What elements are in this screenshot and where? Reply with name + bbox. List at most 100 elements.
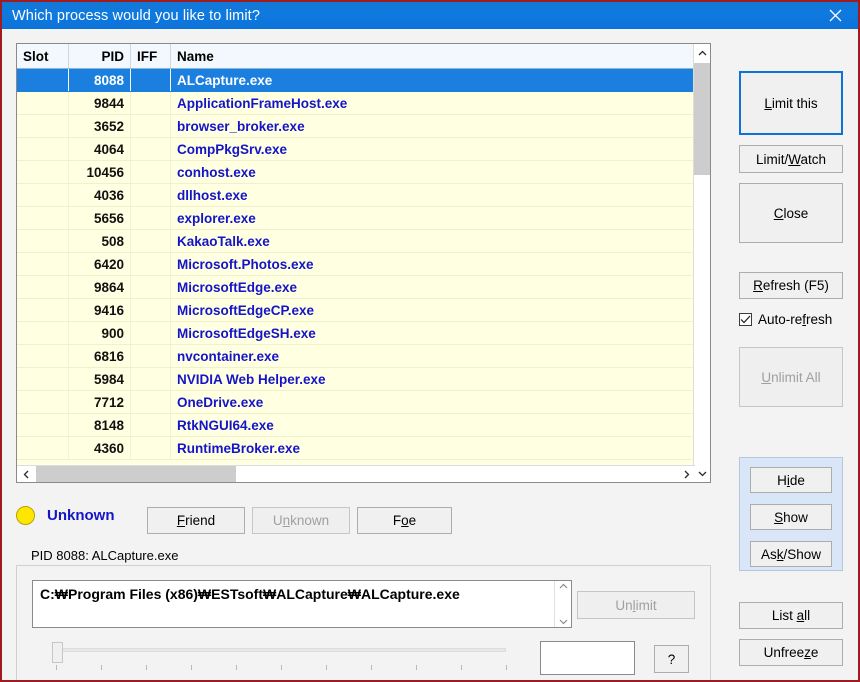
cell-slot xyxy=(17,92,69,114)
refresh-button[interactable]: Refresh (F5) xyxy=(739,272,843,299)
cell-iff xyxy=(131,345,171,367)
cell-iff xyxy=(131,368,171,390)
scroll-up-button[interactable] xyxy=(694,44,710,61)
cell-slot xyxy=(17,276,69,298)
cell-name: ApplicationFrameHost.exe xyxy=(177,95,348,111)
title-bar: Which process would you like to limit? xyxy=(2,2,858,29)
cell-iff xyxy=(131,276,171,298)
limit-watch-button[interactable]: Limit/Watch xyxy=(739,145,843,173)
selected-process-legend: PID 8088: ALCapture.exe xyxy=(26,548,184,563)
vertical-scroll-thumb[interactable] xyxy=(694,63,710,175)
hide-button[interactable]: Hide xyxy=(750,467,832,493)
cell-iff xyxy=(131,230,171,252)
table-row[interactable]: 10456 conhost.exe xyxy=(17,161,710,184)
slider-tick xyxy=(506,665,507,670)
list-vertical-scrollbar[interactable] xyxy=(693,44,710,482)
show-button[interactable]: Show xyxy=(750,504,832,530)
column-header-iff[interactable]: IFF xyxy=(131,44,171,68)
scroll-right-button[interactable] xyxy=(678,466,695,482)
close-dialog-button[interactable]: Close xyxy=(739,183,843,243)
iff-status-label: Unknown xyxy=(47,506,115,524)
slider-tick xyxy=(281,665,282,670)
friend-button-label: Friend xyxy=(176,513,216,528)
scroll-left-button[interactable] xyxy=(17,466,34,482)
horizontal-scroll-thumb[interactable] xyxy=(36,466,236,482)
slider-track xyxy=(56,648,506,652)
chevron-up-icon[interactable] xyxy=(559,583,568,589)
table-row[interactable]: 900 MicrosoftEdgeSH.exe xyxy=(17,322,710,345)
dialog-client-area: Slot PID IFF Name 8088 ALCapture.exe 9844 A… xyxy=(2,29,858,680)
cell-name: ALCapture.exe xyxy=(177,72,273,88)
table-row[interactable]: 4360 RuntimeBroker.exe xyxy=(17,437,710,460)
cell-iff xyxy=(131,253,171,275)
process-path-value: C:₩Program Files (x86)₩ESTsoft₩ALCapture… xyxy=(40,586,460,602)
table-row[interactable]: 508 KakaoTalk.exe xyxy=(17,230,710,253)
list-all-button[interactable]: List all xyxy=(739,602,843,629)
table-row[interactable]: 5984 NVIDIA Web Helper.exe xyxy=(17,368,710,391)
cell-pid: 5656 xyxy=(69,207,131,229)
table-row[interactable]: 4064 CompPkgSrv.exe xyxy=(17,138,710,161)
unfreeze-button[interactable]: Unfreeze xyxy=(739,639,843,666)
slider-tick xyxy=(416,665,417,670)
slider-tick xyxy=(56,665,57,670)
foe-button[interactable]: Foe xyxy=(357,507,452,534)
process-list[interactable]: Slot PID IFF Name 8088 ALCapture.exe 9844 A… xyxy=(16,43,711,483)
table-row[interactable]: 6816 nvcontainer.exe xyxy=(17,345,710,368)
scroll-down-button[interactable] xyxy=(694,465,710,482)
slider-tick xyxy=(146,665,147,670)
table-row[interactable]: 6420 Microsoft.Photos.exe xyxy=(17,253,710,276)
cell-pid: 3652 xyxy=(69,115,131,137)
table-row[interactable]: 9844 ApplicationFrameHost.exe xyxy=(17,92,710,115)
cell-name: MicrosoftEdge.exe xyxy=(177,279,298,295)
column-header-name[interactable]: Name xyxy=(171,44,683,68)
cell-pid: 6816 xyxy=(69,345,131,367)
limit-slider[interactable] xyxy=(47,639,515,673)
chevron-down-icon[interactable] xyxy=(559,619,568,625)
process-path-field[interactable]: C:₩Program Files (x86)₩ESTsoft₩ALCapture… xyxy=(32,580,572,628)
cell-name: KakaoTalk.exe xyxy=(177,233,270,249)
cell-pid: 9864 xyxy=(69,276,131,298)
table-row[interactable]: 7712 OneDrive.exe xyxy=(17,391,710,414)
column-header-slot[interactable]: Slot xyxy=(17,44,69,68)
close-icon xyxy=(829,9,841,22)
cell-pid: 900 xyxy=(69,322,131,344)
list-horizontal-scrollbar[interactable] xyxy=(17,465,695,482)
auto-refresh-checkbox[interactable]: Auto-refresh xyxy=(739,309,858,329)
chevron-down-icon xyxy=(698,471,707,476)
cell-name: MicrosoftEdgeCP.exe xyxy=(177,302,315,318)
chevron-right-icon xyxy=(684,470,689,478)
limit-value-input[interactable] xyxy=(540,641,635,675)
cell-pid: 508 xyxy=(69,230,131,252)
cell-pid: 8148 xyxy=(69,414,131,436)
help-button[interactable]: ? xyxy=(654,645,689,673)
close-button[interactable] xyxy=(812,2,858,29)
friend-button[interactable]: Friend xyxy=(147,507,245,534)
table-row[interactable]: 5656 explorer.exe xyxy=(17,207,710,230)
slider-tick xyxy=(371,665,372,670)
table-row[interactable]: 9416 MicrosoftEdgeCP.exe xyxy=(17,299,710,322)
table-row[interactable]: 4036 dllhost.exe xyxy=(17,184,710,207)
cell-slot xyxy=(17,161,69,183)
table-row[interactable]: 3652 browser_broker.exe xyxy=(17,115,710,138)
ask-show-button[interactable]: Ask/Show xyxy=(750,541,832,567)
limit-this-button[interactable]: Limit this xyxy=(739,71,843,135)
cell-slot xyxy=(17,299,69,321)
column-header-pid[interactable]: PID xyxy=(69,44,131,68)
cell-iff xyxy=(131,391,171,413)
cell-name: explorer.exe xyxy=(177,210,256,226)
cell-iff xyxy=(131,161,171,183)
table-row[interactable]: 8148 RtkNGUI64.exe xyxy=(17,414,710,437)
cell-slot xyxy=(17,207,69,229)
slider-thumb[interactable] xyxy=(52,642,63,663)
cell-iff xyxy=(131,207,171,229)
table-row[interactable]: 9864 MicrosoftEdge.exe xyxy=(17,276,710,299)
cell-pid: 9844 xyxy=(69,92,131,114)
table-row[interactable]: 8088 ALCapture.exe xyxy=(17,69,710,92)
unlimit-all-button-label: Unlimit All xyxy=(761,369,821,385)
slider-tick xyxy=(461,665,462,670)
process-path-scrollbar[interactable] xyxy=(554,581,571,627)
cell-slot xyxy=(17,391,69,413)
slider-tick xyxy=(236,665,237,670)
cell-name: NVIDIA Web Helper.exe xyxy=(177,371,326,387)
cell-slot xyxy=(17,69,69,91)
